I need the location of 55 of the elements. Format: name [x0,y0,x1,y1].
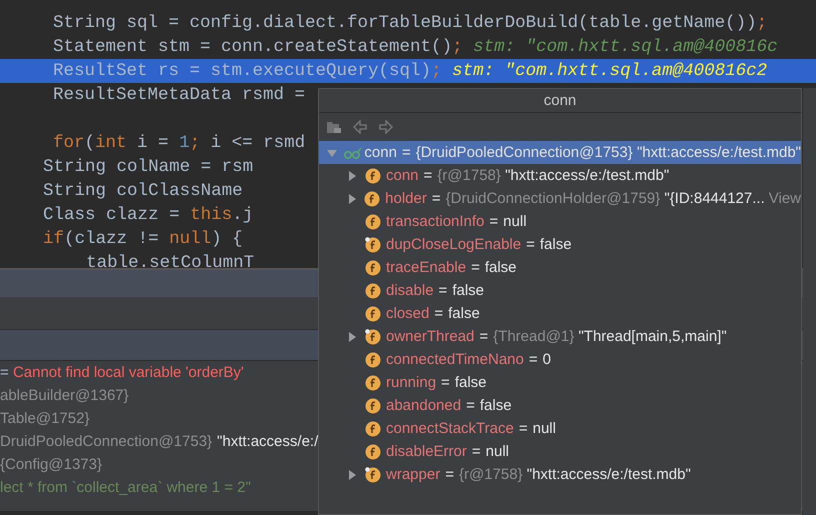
forward-arrow-icon[interactable] [378,120,394,134]
field-icon [365,168,381,184]
tree-row[interactable]: holder = {DruidConnectionHolder@1759} "{ID:8444127... View [319,187,801,210]
tree-row[interactable]: disable = false [319,279,801,302]
field-icon [365,260,381,276]
code-line: Class clazz = this.j [43,204,254,227]
field-icon [365,214,381,230]
tree-row[interactable]: running = false [319,371,801,394]
tree-row[interactable]: abandoned = false [319,394,801,417]
code-line: Statement stm = conn.createStatement(); [53,36,463,59]
tree-row[interactable]: conn = {r@1758} "hxtt:access/e:/test.mdb" [319,164,801,187]
code-line: table.setColumnT [86,252,254,268]
code-line: ResultSet rs = stm.executeQuery(sql); [53,60,442,83]
tree-row[interactable]: disableError = null [319,440,801,463]
glasses-icon [344,146,362,158]
field-icon [365,398,381,414]
tree-row[interactable]: connectedTimeNano = 0 [319,348,801,371]
field-icon [365,328,381,344]
field-icon [365,466,381,482]
collapsed-arrow-icon[interactable] [346,194,357,204]
field-icon [365,444,381,460]
code-line: String colClassName [43,180,243,203]
field-icon [365,420,381,436]
field-icon [365,374,381,390]
code-line: if(clazz != null) { [43,228,243,251]
tree-row[interactable]: closed = false [319,302,801,325]
variable-row-text: DruidPooledConnection@1753} "hxtt:access/e:/ [0,432,318,452]
field-icon [365,306,381,322]
field-icon [364,190,380,206]
tree-row[interactable]: wrapper = {r@1758} "hxtt:access/e:/test.mdb" [319,463,801,486]
variable-row-text: {Config@1373} [0,455,102,475]
variable-row-text: lect * from `collect_area` where 1 = 2" [0,478,251,498]
collapsed-arrow-icon[interactable] [347,170,357,180]
code-line: String sql = config.dialect.forTableBuilderDoBuild(table.getName()); [53,12,768,35]
tree-row[interactable]: traceEnable = false [319,256,801,279]
tree-row[interactable]: dupCloseLogEnable = false [319,233,801,256]
tree-row[interactable]: connectStackTrace = null [319,417,801,440]
tree-row[interactable]: conn = {DruidPooledConnection@1753} "hxtt:access/e:/test.mdb" [319,141,801,164]
code-line: String colName = rsm [43,156,254,179]
collapsed-arrow-icon[interactable] [347,332,357,342]
field-icon [365,352,381,368]
variable-row-text: Table@1752} [0,409,90,429]
field-icon [365,236,381,252]
back-arrow-icon[interactable] [352,120,368,134]
tree-row[interactable]: ownerThread = {Thread@1} "Thread[main,5,main]" [319,325,801,348]
code-line: for(int i = 1; i <= rsmd [53,132,306,155]
inline-hint: stm: "com.hxtt.sql.am@400816c [473,36,778,59]
tree-row[interactable]: transactionInfo = null [319,210,801,233]
inline-hint: stm: "com.hxtt.sql.am@400816c2 [452,60,768,83]
folder-icon[interactable] [326,120,342,134]
field-icon [365,282,381,298]
collapsed-arrow-icon[interactable] [347,470,357,480]
variable-row-text: ableBuilder@1367} [0,386,129,406]
variable-row-text: = Cannot find local variable 'orderBy' [0,363,244,383]
code-line: ResultSetMetaData rsmd = [53,84,306,107]
